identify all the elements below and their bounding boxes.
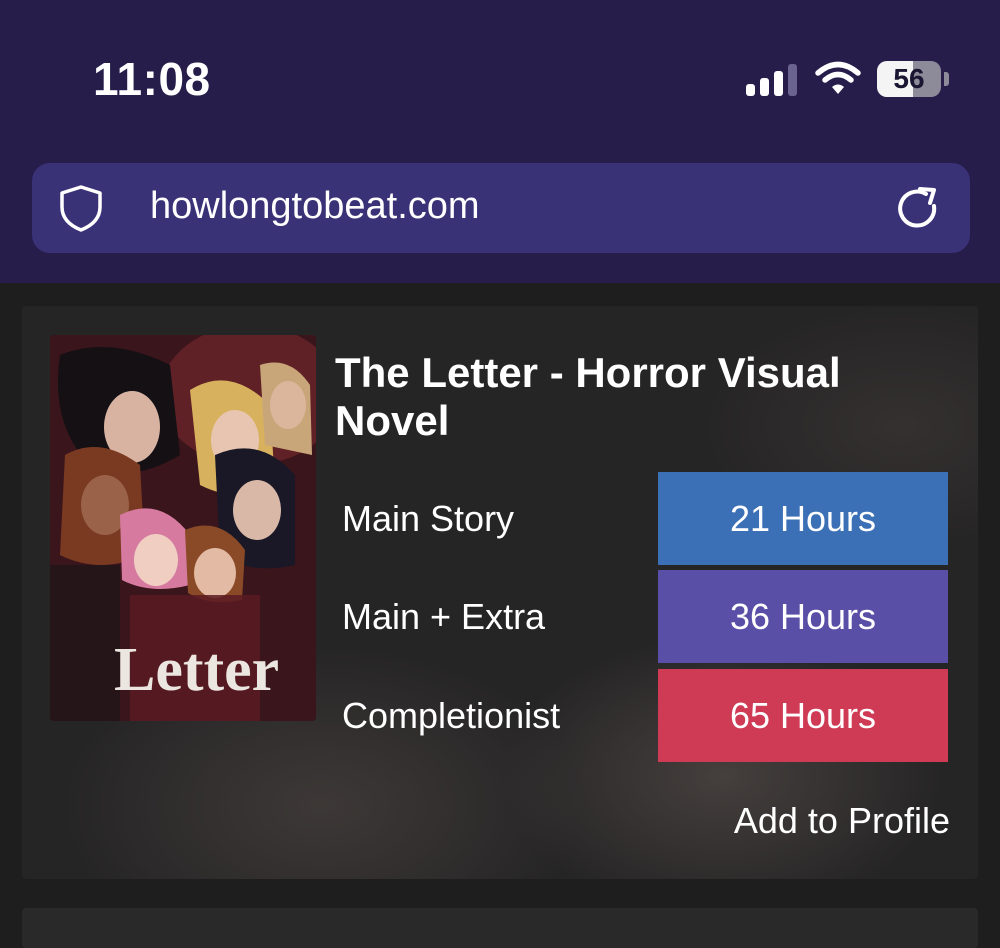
time-label: Completionist	[342, 695, 561, 736]
url-text[interactable]: howlongtobeat.com	[150, 185, 480, 228]
game-card: Letter The Letter - Horror Visual Novel …	[22, 306, 978, 879]
time-row-main-extra: Main + Extra 36 Hours	[342, 570, 948, 663]
address-bar[interactable]: howlongtobeat.com	[32, 163, 970, 253]
time-value: 36 Hours	[658, 570, 948, 663]
reload-icon[interactable]	[890, 181, 946, 237]
shield-icon[interactable]	[56, 183, 106, 233]
game-cover-image[interactable]: Letter	[50, 335, 316, 721]
battery-tip	[944, 72, 949, 86]
time-row-completionist: Completionist 65 Hours	[342, 669, 948, 762]
add-to-profile-link[interactable]: Add to Profile	[734, 800, 950, 842]
time-label: Main Story	[342, 498, 515, 539]
wifi-icon	[815, 61, 861, 94]
time-row-main-story: Main Story 21 Hours	[342, 472, 948, 565]
next-game-card	[22, 908, 978, 948]
cover-art: Letter	[50, 335, 316, 721]
time-value: 65 Hours	[658, 669, 948, 762]
cover-title-text: Letter	[114, 636, 279, 704]
status-time: 11:08	[93, 53, 211, 105]
time-value: 21 Hours	[658, 472, 948, 565]
browser-chrome: 11:08 56 howlongtobeat.com	[0, 0, 1000, 283]
battery-icon: 56	[877, 61, 941, 97]
cellular-signal-icon	[746, 62, 798, 96]
time-label: Main + Extra	[342, 596, 546, 637]
game-title[interactable]: The Letter - Horror Visual Novel	[335, 349, 945, 445]
battery-level: 56	[893, 63, 925, 94]
